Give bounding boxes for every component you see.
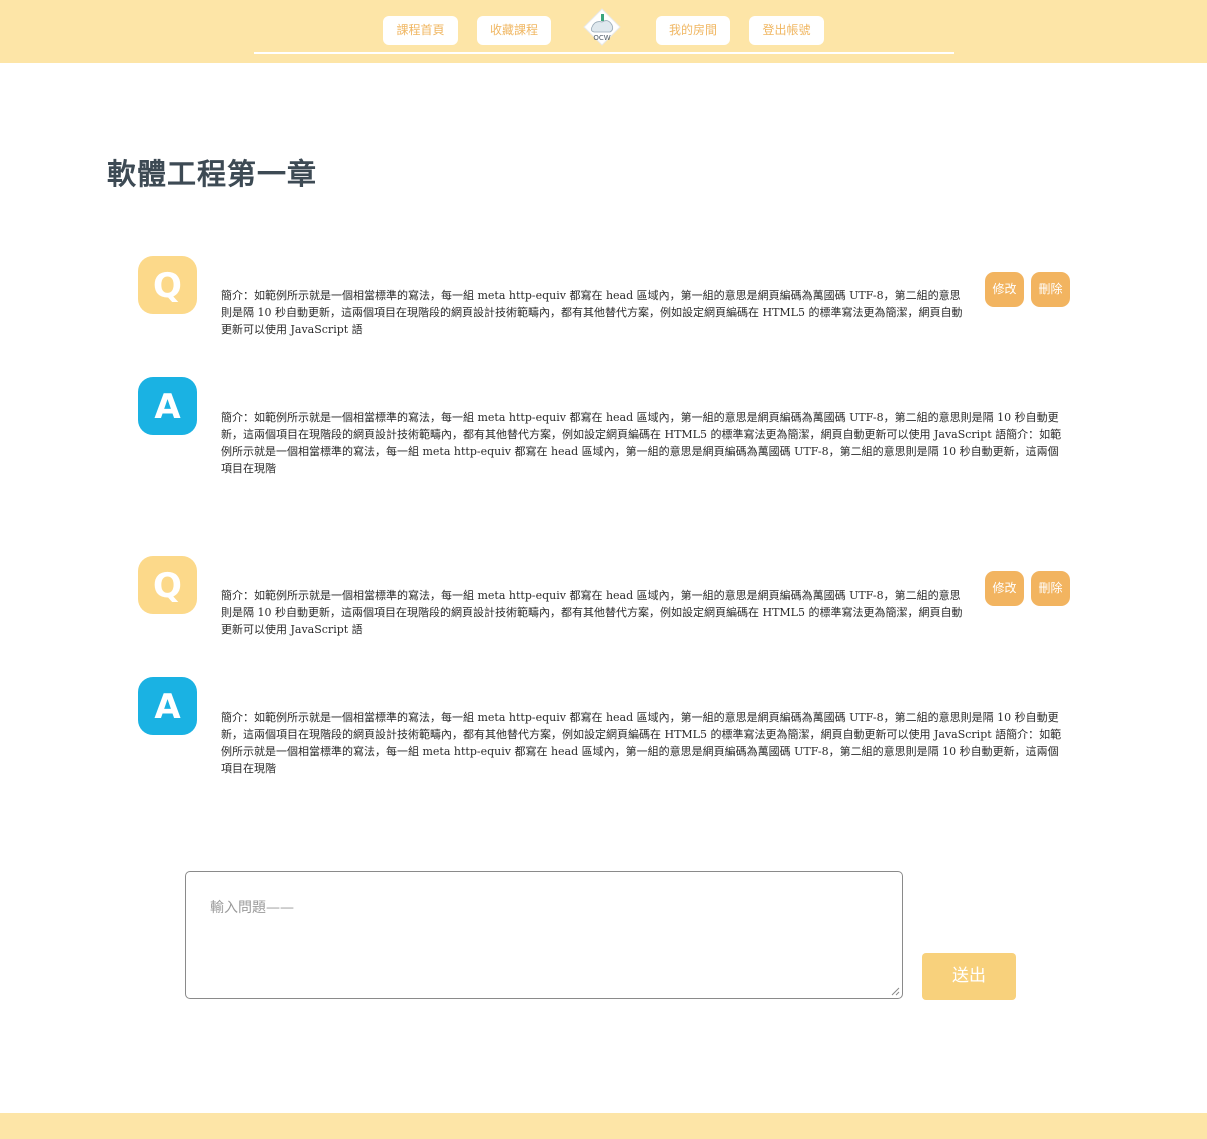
answer-text: 簡介：如範例所示就是一個相當標準的寫法，每一組 meta http-equiv … [221,711,1062,775]
send-button[interactable]: 送出 [922,953,1016,1000]
logo-text: OCW [593,34,610,42]
question-text: 簡介：如範例所示就是一個相當標準的寫法，每一組 meta http-equiv … [221,589,963,636]
delete-button[interactable]: 刪除 [1031,272,1070,307]
nav-course-home-button[interactable]: 課程首頁 [383,16,458,45]
question-input-placeholder: 輸入問題—— [210,900,294,916]
edit-button[interactable]: 修改 [985,272,1024,307]
edit-button[interactable]: 修改 [985,571,1024,606]
svg-text:A: A [154,387,181,427]
question-input[interactable]: 輸入問題—— [185,871,903,999]
nav-my-room-button[interactable]: 我的房間 [656,16,730,45]
svg-text:A: A [154,687,181,727]
ocw-logo-icon[interactable]: OCW [583,8,621,46]
svg-text:Q: Q [153,266,182,306]
footer-bar [0,1113,1207,1139]
answer-avatar-icon: A [138,677,197,735]
page-title: 軟體工程第一章 [107,157,318,191]
nav-logout-button[interactable]: 登出帳號 [749,16,824,45]
resize-grip-icon[interactable] [890,986,900,996]
answer-avatar-icon: A [138,377,197,435]
question-avatar-icon: Q [138,256,197,314]
question-avatar-icon: Q [138,556,197,614]
svg-text:Q: Q [153,566,182,606]
answer-text: 簡介：如範例所示就是一個相當標準的寫法，每一組 meta http-equiv … [221,411,1062,475]
delete-button[interactable]: 刪除 [1031,571,1070,606]
question-text: 簡介：如範例所示就是一個相當標準的寫法，每一組 meta http-equiv … [221,289,963,336]
nav-favorite-courses-button[interactable]: 收藏課程 [477,16,551,45]
top-nav-bar: 課程首頁 收藏課程 OCW 我的房間 登出帳號 [0,0,1207,63]
nav-underline [254,52,954,54]
